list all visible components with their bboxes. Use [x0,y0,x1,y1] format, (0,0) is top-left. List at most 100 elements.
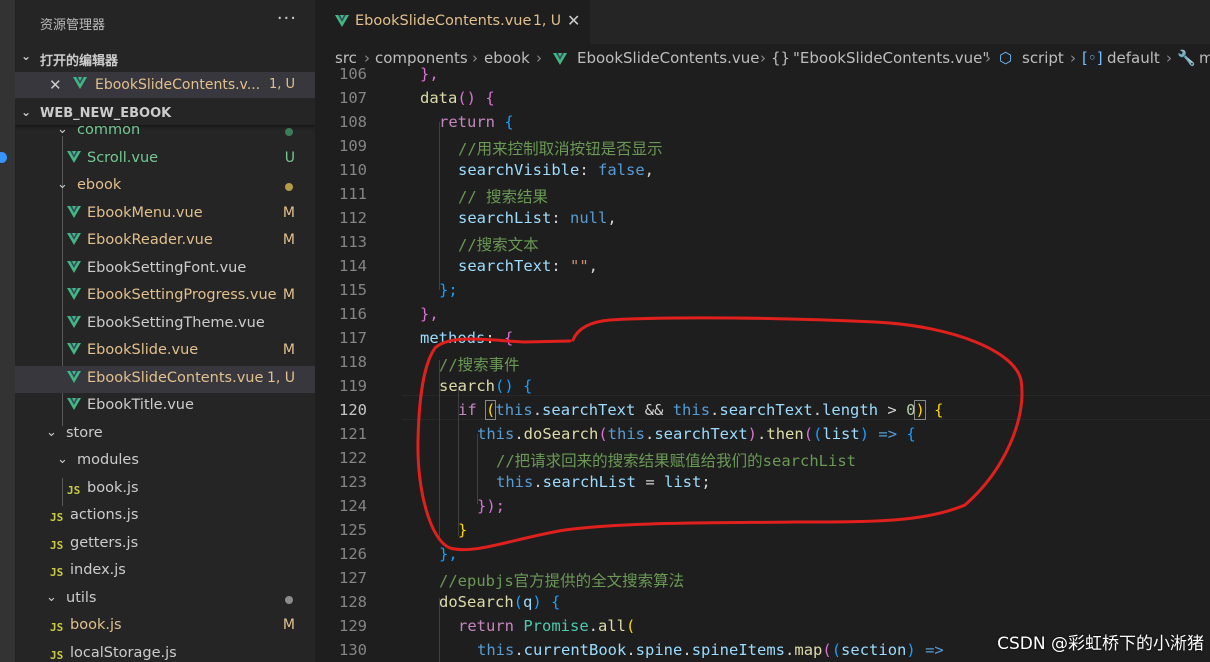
chevron-down-icon: ⌄ [21,105,32,119]
code-line-112: searchList: null, [458,209,617,227]
js-file-icon: JS [50,511,64,524]
code-line-128: doSearch(q) { [439,593,561,611]
chevron-down-icon: ⌄ [57,177,68,192]
tree-item-label: EbookSettingProgress.vue [87,287,277,303]
code-line-122: //把请求回来的搜索结果赋值给我们的searchList [496,452,856,470]
code-line-117: methods: { [420,329,514,347]
tree-item-label: Scroll.vue [87,150,159,166]
code-line-114: searchText: "", [458,257,599,275]
open-editor-name: EbookSlideContents.v... [95,77,261,93]
tree-item-label: EbookMenu.vue [87,205,203,221]
code-line-123: this.searchList = list; [496,473,711,491]
tree-item-label: store [66,425,103,441]
code-line-106: }, [420,65,439,83]
vue-file-icon [67,316,81,329]
js-file-icon: JS [50,566,64,579]
code-line-119: search() { [439,377,533,395]
more-actions-icon[interactable]: ··· [277,8,297,29]
notification-badge[interactable] [0,152,7,163]
tab-ebook-slide-contents[interactable]: EbookSlideContents.vue 1, U ✕ [315,0,590,44]
code-editor[interactable]: 106 107 108 109 110 111 112 113 114 115 116 117 118 1… [315,62,1210,662]
code-line-107: data() { [420,89,495,107]
js-file-icon: JS [67,484,81,497]
vue-file-icon [67,151,81,164]
editor-area: EbookSlideContents.vue 1, U ✕ src › comp… [315,0,1210,662]
open-editor-item[interactable]: ✕ EbookSlideContents.v... 1, U [15,72,315,98]
tree-item-label: actions.js [70,507,139,523]
code-line-126: }, [439,545,458,563]
tree-file[interactable]: EbookSettingFont.vue [15,256,315,283]
vue-file-icon [67,343,81,356]
line-number: 119 [339,377,367,395]
line-number: 116 [339,305,367,323]
line-number: 115 [339,281,367,299]
tab-label: EbookSlideContents.vue [355,13,532,29]
line-number: 109 [339,137,367,155]
tree-file[interactable]: JS book.js M [15,613,315,640]
watermark: CSDN @彩虹桥下的小淅猪 [997,634,1204,654]
line-number: 108 [339,113,367,131]
tree-file[interactable]: EbookSlideContents.vue 1, U [15,366,315,393]
line-number: 128 [339,593,367,611]
open-editor-status: 1, U [268,77,295,92]
line-number: 111 [339,185,367,203]
code-line-116: }, [420,305,439,323]
activity-bar [0,0,15,662]
tree-folder[interactable]: ⌄ common [15,118,315,145]
line-number: 125 [339,521,367,539]
line-number: 124 [339,497,367,515]
tree-file[interactable]: JS book.js [15,476,315,503]
tree-item-label: utils [66,590,97,606]
tree-file[interactable]: Scroll.vue U [15,146,315,173]
open-editors-label: 打开的编辑器 [40,54,119,69]
vue-file-icon [67,233,81,246]
code-line-111: // 搜索结果 [458,188,548,206]
tree-folder[interactable]: ⌄ store [15,421,315,448]
tree-item-label: EbookSettingFont.vue [87,260,247,276]
vue-file-icon [73,77,87,90]
tree-folder[interactable]: ⌄ ebook [15,173,315,200]
line-number: 112 [339,209,367,227]
git-status-badge: M [282,232,295,248]
tree-file[interactable]: EbookSlide.vue M [15,338,315,365]
git-status-badge: M [282,342,295,358]
line-number: 107 [339,89,367,107]
tree-file[interactable]: EbookReader.vue M [15,228,315,255]
code-line-130: this.currentBook.spine.spineItems.map((s… [477,641,944,659]
line-number: 121 [339,425,367,443]
chevron-down-icon: ⌄ [21,49,32,63]
tree-file[interactable]: JS getters.js [15,531,315,558]
tree-folder[interactable]: ⌄ utils [15,586,315,613]
git-status-badge: 1, U [266,370,295,386]
line-number: 106 [339,65,367,83]
tree-file[interactable]: JS localStorage.js [15,641,315,662]
tree-item-label: book.js [70,617,122,633]
close-icon[interactable]: ✕ [49,76,62,94]
tree-item-label: getters.js [70,535,139,551]
chevron-down-icon: ⌄ [46,425,57,440]
tree-item-label: modules [77,452,139,468]
line-number: 127 [339,569,367,587]
tree-item-label: EbookSlideContents.vue [87,370,264,386]
code-line-113: //搜索文本 [458,236,539,254]
status-dot-icon [285,596,293,604]
js-file-icon: JS [50,621,64,634]
tree-file[interactable]: EbookSettingProgress.vue M [15,283,315,310]
tree-file[interactable]: JS actions.js [15,503,315,530]
vue-file-icon [67,261,81,274]
status-dot-icon [285,128,293,136]
line-number: 120 [339,401,367,419]
tree-item-label: index.js [70,562,126,578]
tree-file[interactable]: EbookSettingTheme.vue [15,311,315,338]
code-line-124: }); [477,497,505,515]
tree-folder[interactable]: ⌄ modules [15,448,315,475]
js-file-icon: JS [50,649,64,662]
tree-file[interactable]: JS index.js [15,558,315,585]
open-editors-section[interactable]: ⌄ 打开的编辑器 [15,47,315,69]
vue-file-icon [67,371,81,384]
close-icon[interactable]: ✕ [567,11,580,30]
code-line-115: }; [439,281,458,299]
line-number: 130 [339,641,367,659]
tree-file[interactable]: EbookTitle.vue [15,393,315,420]
tree-file[interactable]: EbookMenu.vue M [15,201,315,228]
